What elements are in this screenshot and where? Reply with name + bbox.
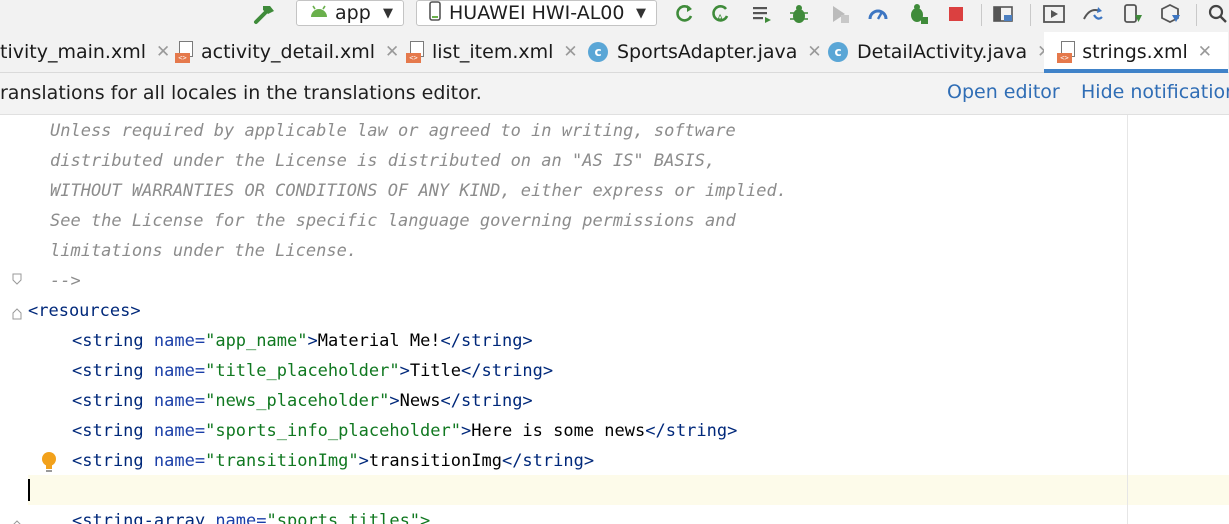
close-icon[interactable]: ✕ xyxy=(156,42,170,62)
sync-gradle-icon[interactable] xyxy=(1080,2,1104,26)
code-line-string: <string name="app_name">Material Me!</st… xyxy=(72,331,533,351)
code-line-string: <string name="title_placeholder">Title</… xyxy=(72,361,554,381)
fold-marker-icon[interactable] xyxy=(12,517,22,524)
tab-sports-adapter-java[interactable]: c SportsAdapter.java ✕ xyxy=(588,32,822,72)
translations-notification-bar: ranslations for all locales in the trans… xyxy=(0,73,1229,115)
toolbar-divider xyxy=(981,4,982,26)
main-toolbar: app ▼ HUAWEI HWI-AL00 ▼ A xyxy=(0,0,1229,32)
code-line-comment: limitations under the License. xyxy=(50,241,358,261)
fold-marker-icon[interactable] xyxy=(12,305,22,320)
notification-message: ranslations for all locales in the trans… xyxy=(0,82,482,104)
close-icon[interactable]: ✕ xyxy=(1198,42,1212,62)
code-line-resources-open: <resources> xyxy=(28,301,141,321)
tab-strings-xml[interactable]: <> strings.xml ✕ xyxy=(1044,32,1228,73)
project-structure-icon[interactable] xyxy=(992,2,1016,26)
search-icon[interactable] xyxy=(1206,2,1229,26)
string-name: news_placeholder xyxy=(215,391,380,411)
logcat-list-icon[interactable] xyxy=(750,2,774,26)
tab-label: activity_detail.xml xyxy=(201,41,376,63)
current-line-highlight xyxy=(0,475,1229,505)
close-icon[interactable]: ✕ xyxy=(385,42,399,62)
string-value: transitionImg xyxy=(368,451,502,471)
run-with-coverage-icon[interactable] xyxy=(828,2,852,26)
svg-text:A: A xyxy=(717,14,724,24)
string-value: News xyxy=(399,391,441,411)
run-configuration-select[interactable]: app ▼ xyxy=(296,0,404,26)
string-name: title_placeholder xyxy=(215,361,390,381)
text-cursor xyxy=(28,479,30,501)
code-line-comment: Unless required by applicable law or agr… xyxy=(50,121,736,141)
tab-detail-activity-java[interactable]: c DetailActivity.java ✕ xyxy=(828,32,1051,72)
close-icon[interactable]: ✕ xyxy=(563,42,577,62)
device-label: HUAWEI HWI-AL00 xyxy=(449,2,625,24)
code-line-comment-end: --> xyxy=(50,271,81,291)
tab-label: DetailActivity.java xyxy=(857,41,1028,63)
editor-tab-bar: tivity_main.xml ✕ <> activity_detail.xml… xyxy=(0,32,1229,73)
code-editor[interactable]: Unless required by applicable law or agr… xyxy=(0,115,1229,524)
tab-activity-main-xml[interactable]: tivity_main.xml ✕ xyxy=(0,32,170,72)
chevron-down-icon: ▼ xyxy=(636,5,646,21)
hide-notification-link[interactable]: Hide notification xyxy=(1081,81,1229,103)
open-editor-link[interactable]: Open editor xyxy=(947,81,1060,103)
code-line-comment: See the License for the specific languag… xyxy=(50,211,736,231)
code-line-string: <string name="transitionImg">transitionI… xyxy=(72,451,595,471)
toolbar-divider xyxy=(1030,4,1031,26)
array-value: "sports_titles"> xyxy=(266,511,431,524)
string-value: Title xyxy=(409,361,462,381)
close-icon[interactable]: ✕ xyxy=(807,42,821,62)
string-value: Material Me! xyxy=(317,331,441,351)
toolbar-divider xyxy=(1196,4,1197,26)
string-name: transitionImg xyxy=(215,451,349,471)
chevron-down-icon: ▼ xyxy=(383,5,393,21)
code-line-comment: distributed under the License is distrib… xyxy=(50,151,716,171)
tab-label: list_item.xml xyxy=(432,41,554,63)
right-margin-guide xyxy=(1127,115,1128,524)
run-configuration-label: app xyxy=(335,2,371,24)
fold-marker-icon[interactable] xyxy=(12,270,22,285)
lightbulb-icon[interactable] xyxy=(40,451,58,477)
code-line-string-array: <string-array name="sports_titles"> xyxy=(72,506,430,524)
array-attr: name xyxy=(215,511,257,524)
android-icon xyxy=(309,2,329,24)
apply-changes-restart-icon[interactable] xyxy=(672,2,696,26)
strings-xml-icon: <> xyxy=(1057,41,1075,63)
xml-file-icon: <> xyxy=(175,41,193,63)
java-class-icon: c xyxy=(828,42,848,62)
java-class-icon: c xyxy=(588,42,608,62)
profiler-gauge-icon[interactable] xyxy=(866,2,890,26)
tab-list-item-xml[interactable]: <> list_item.xml ✕ xyxy=(406,32,578,72)
code-line-string: <string name="news_placeholder">News</st… xyxy=(72,391,533,411)
attach-debugger-icon[interactable] xyxy=(906,2,930,26)
tab-activity-detail-xml[interactable]: <> activity_detail.xml ✕ xyxy=(175,32,399,72)
array-tag: <string-array xyxy=(72,511,206,524)
debug-bug-icon[interactable] xyxy=(787,2,811,26)
string-name: sports_info_placeholder xyxy=(215,421,451,441)
stop-icon[interactable] xyxy=(944,2,968,26)
apply-code-changes-icon[interactable]: A xyxy=(708,2,732,26)
string-value: Here is some news xyxy=(471,421,646,441)
tab-label: SportsAdapter.java xyxy=(617,41,798,63)
phone-icon xyxy=(429,0,441,26)
tab-label: tivity_main.xml xyxy=(0,41,146,63)
sdk-manager-icon[interactable] xyxy=(1158,2,1182,26)
device-manager-icon[interactable] xyxy=(1120,2,1144,26)
string-name: app_name xyxy=(215,331,298,351)
avd-manager-icon[interactable] xyxy=(1042,2,1066,26)
xml-file-icon: <> xyxy=(406,41,424,63)
code-line-string: <string name="sports_info_placeholder">H… xyxy=(72,421,738,441)
tab-label: strings.xml xyxy=(1082,41,1188,63)
code-line-comment: WITHOUT WARRANTIES OR CONDITIONS OF ANY … xyxy=(50,181,787,201)
build-hammer-icon[interactable] xyxy=(253,2,277,26)
device-select[interactable]: HUAWEI HWI-AL00 ▼ xyxy=(416,0,657,26)
